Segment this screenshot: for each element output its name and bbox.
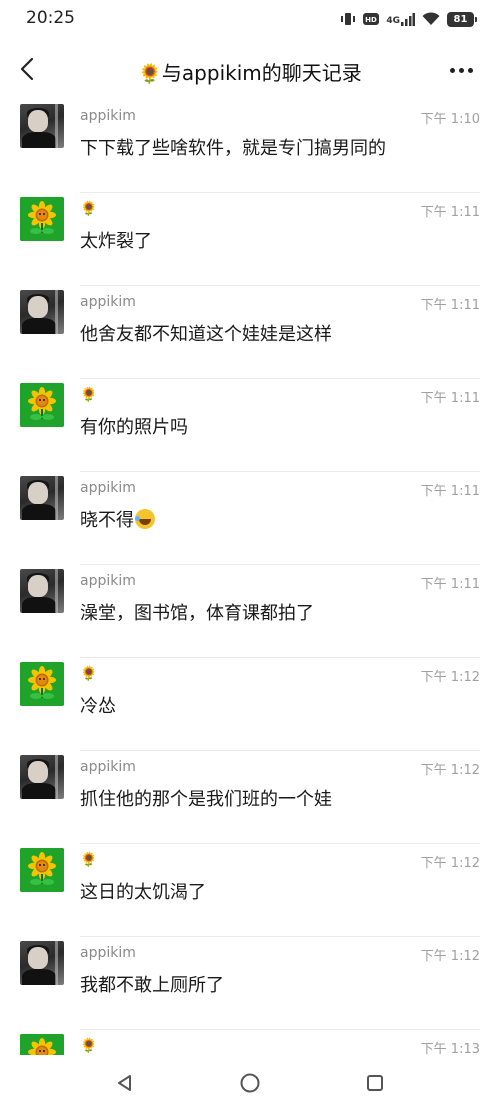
more-options-button[interactable] <box>450 60 478 80</box>
message-time: 下午 1:11 <box>420 205 480 220</box>
message-text: 晓不得 <box>80 510 134 531</box>
avatar-sunflower[interactable] <box>20 1034 64 1055</box>
title-text: 与appikim的聊天记录 <box>161 61 362 85</box>
message-text-container: 这日的太饥渴了 <box>80 878 206 904</box>
message-time: 下午 1:11 <box>420 484 480 499</box>
avatar-appikim[interactable] <box>20 476 64 520</box>
message-time: 下午 1:13 <box>420 1042 480 1055</box>
nav-home-button[interactable] <box>236 1069 264 1097</box>
message-text: 他舍友都不知道这个娃娃是这样 <box>80 324 332 345</box>
message-item[interactable]: 🌻 下午 1:13 <box>0 1030 500 1055</box>
message-text: 澡堂，图书馆，体育课都拍了 <box>80 603 314 624</box>
sender-name: 🌻 <box>80 666 98 682</box>
message-time: 下午 1:11 <box>420 298 480 313</box>
message-text: 有你的照片吗 <box>80 417 188 438</box>
sender-name: appikim <box>80 108 136 124</box>
message-time: 下午 1:11 <box>420 391 480 406</box>
avatar-sunflower[interactable] <box>20 197 64 241</box>
avatar-appikim[interactable] <box>20 755 64 799</box>
avatar-appikim[interactable] <box>20 941 64 985</box>
message-text: 我都不敢上厕所了 <box>80 975 224 996</box>
message-text: 冷怂 <box>80 696 116 717</box>
sender-name: 🌻 <box>80 852 98 868</box>
avatar-appikim[interactable] <box>20 290 64 334</box>
cellular-signal-icon: 4G <box>386 12 415 26</box>
chat-history-header: 🌻与appikim的聊天记录 <box>0 40 500 100</box>
sender-name: 🌻 <box>80 201 98 217</box>
message-item[interactable]: appikim 下午 1:11 他舍友都不知道这个娃娃是这样 <box>0 286 500 379</box>
network-type-label: 4G <box>386 15 400 26</box>
message-text-container: 澡堂，图书馆，体育课都拍了 <box>80 599 314 625</box>
message-text-container: 晓不得 <box>80 506 155 532</box>
message-time: 下午 1:12 <box>420 856 480 871</box>
message-text: 这日的太饥渴了 <box>80 882 206 903</box>
triangle-back-icon <box>118 1075 131 1091</box>
page-title: 🌻与appikim的聊天记录 <box>0 57 500 86</box>
message-time: 下午 1:11 <box>420 577 480 592</box>
message-text: 抓住他的那个是我们班的一个娃 <box>80 789 332 810</box>
sender-name: appikim <box>80 759 136 775</box>
title-emoji: 🌻 <box>138 63 162 85</box>
laugh-cry-emoji-icon <box>135 509 155 529</box>
message-text-container: 抓住他的那个是我们班的一个娃 <box>80 785 332 811</box>
message-text-container: 太炸裂了 <box>80 227 152 253</box>
more-dot-icon <box>450 67 455 73</box>
message-item[interactable]: 🌻 下午 1:12 冷怂 <box>0 658 500 751</box>
sender-name: appikim <box>80 573 136 589</box>
hd-icon: HD <box>363 12 380 26</box>
sender-name: appikim <box>80 480 136 496</box>
avatar-sunflower[interactable] <box>20 848 64 892</box>
message-time: 下午 1:12 <box>420 949 480 964</box>
message-text-container: 有你的照片吗 <box>80 413 188 439</box>
avatar-appikim[interactable] <box>20 104 64 148</box>
message-item[interactable]: appikim 下午 1:11 晓不得 <box>0 472 500 565</box>
sender-name: appikim <box>80 945 136 961</box>
message-item[interactable]: appikim 下午 1:10 下下载了些啥软件，就是专门搞男同的 <box>0 100 500 193</box>
nav-recents-button[interactable] <box>361 1069 389 1097</box>
avatar-sunflower[interactable] <box>20 662 64 706</box>
avatar-sunflower[interactable] <box>20 383 64 427</box>
sender-name: 🌻 <box>80 387 98 403</box>
system-nav-bar <box>0 1055 500 1115</box>
vibrate-icon <box>340 12 356 26</box>
message-item[interactable]: appikim 下午 1:12 我都不敢上厕所了 <box>0 937 500 1030</box>
message-item[interactable]: appikim 下午 1:12 抓住他的那个是我们班的一个娃 <box>0 751 500 844</box>
status-icons: HD 4G 81 <box>340 8 477 30</box>
message-text-container: 他舍友都不知道这个娃娃是这样 <box>80 320 332 346</box>
message-time: 下午 1:12 <box>420 670 480 685</box>
avatar-appikim[interactable] <box>20 569 64 613</box>
sender-name: 🌻 <box>80 1038 98 1054</box>
circle-home-icon <box>240 1073 260 1093</box>
message-item[interactable]: 🌻 下午 1:11 太炸裂了 <box>0 193 500 286</box>
battery-icon: 81 <box>447 11 477 27</box>
sender-name: appikim <box>80 294 136 310</box>
message-text: 太炸裂了 <box>80 231 152 252</box>
message-item[interactable]: 🌻 下午 1:12 这日的太饥渴了 <box>0 844 500 937</box>
message-time: 下午 1:12 <box>420 763 480 778</box>
message-text: 下下载了些啥软件，就是专门搞男同的 <box>80 138 386 159</box>
message-item[interactable]: 🌻 下午 1:11 有你的照片吗 <box>0 379 500 472</box>
svg-text:HD: HD <box>366 16 378 24</box>
status-time: 20:25 <box>26 8 75 28</box>
square-recents-icon <box>367 1075 383 1091</box>
message-list[interactable]: appikim 下午 1:10 下下载了些啥软件，就是专门搞男同的 🌻 下午 1:11 太… <box>0 100 500 1055</box>
more-dot-icon <box>468 67 473 73</box>
message-item[interactable]: appikim 下午 1:11 澡堂，图书馆，体育课都拍了 <box>0 565 500 658</box>
more-dot-icon <box>459 67 464 73</box>
message-text-container: 下下载了些啥软件，就是专门搞男同的 <box>80 134 386 160</box>
status-bar: 20:25 HD 4G 81 <box>0 0 500 38</box>
message-text-container: 我都不敢上厕所了 <box>80 971 224 997</box>
wifi-icon <box>422 12 440 26</box>
message-text-container: 冷怂 <box>80 692 116 718</box>
nav-back-button[interactable] <box>111 1069 139 1097</box>
message-time: 下午 1:10 <box>420 112 480 127</box>
